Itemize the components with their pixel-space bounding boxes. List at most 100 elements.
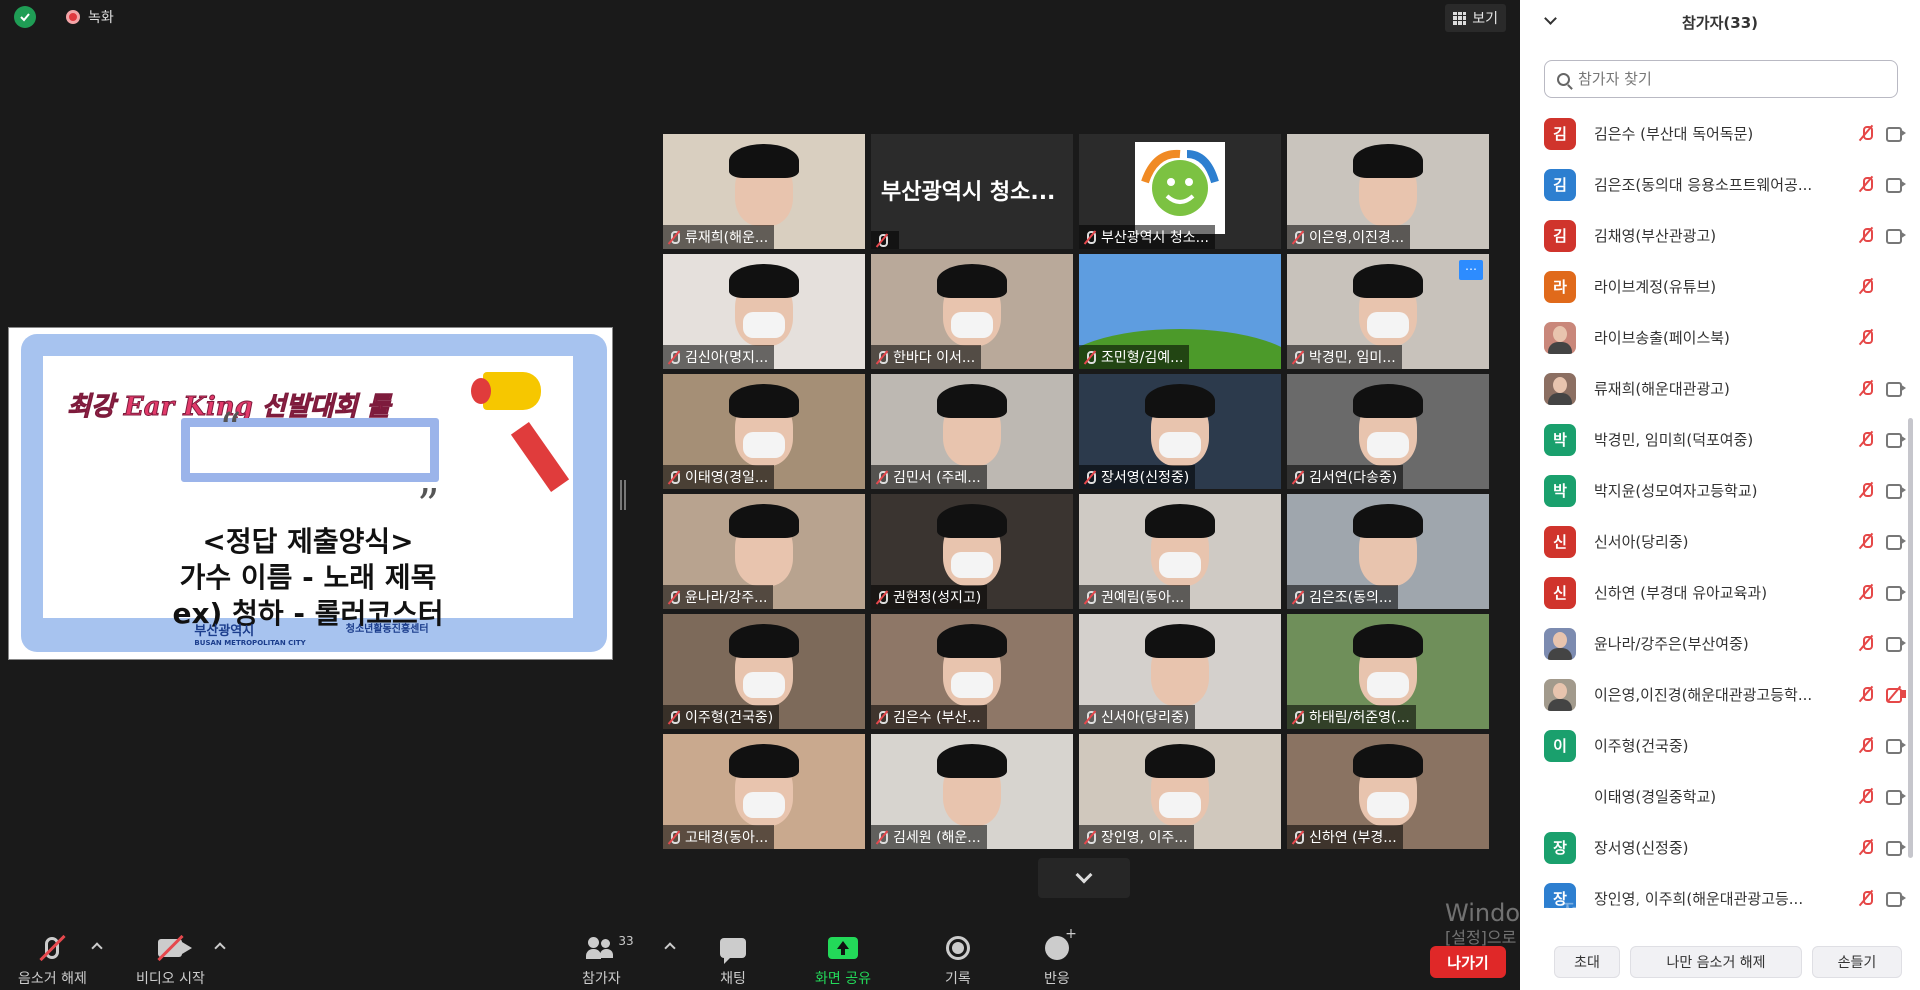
avatar: 라 (1544, 270, 1576, 303)
mic-muted-icon (1083, 350, 1097, 364)
participant-row[interactable]: 김 김은수 (부산대 독어독문) (1520, 108, 1906, 159)
video-camera-icon (1886, 585, 1906, 601)
participant-row[interactable]: 박 박경민, 임미희(덕포여중) (1520, 414, 1906, 465)
mic-muted-icon (875, 710, 889, 724)
participant-name: 이태영(경일... (685, 470, 769, 486)
video-tile[interactable]: 하태림/허준영(... (1287, 614, 1489, 729)
video-tile[interactable]: 김신아(명지... (663, 254, 865, 369)
participant-name: 김민서 (주레... (893, 470, 981, 486)
participant-row[interactable]: 이 이주형(건국중) (1520, 720, 1906, 771)
mic-muted-icon (667, 830, 681, 844)
participant-list-scrollbar[interactable] (1908, 418, 1913, 858)
participant-name: 이주형(건국중) (685, 710, 774, 726)
mic-muted-icon (1858, 890, 1874, 906)
participants-panel: 참가자(33) 김김은수 (부산대 독어독문)김김은조(동의대 응용소프트웨어공… (1520, 0, 1920, 990)
video-tile[interactable]: 부산광역시 청소... (1079, 134, 1281, 249)
video-tile[interactable]: 권예림(동아... (1079, 494, 1281, 609)
participant-row[interactable]: 류재희(해운대관광고) (1520, 363, 1906, 414)
participant-row[interactable]: 라이브송출(페이스북) (1520, 312, 1906, 363)
video-tile[interactable]: 신하연 (부경... (1287, 734, 1489, 849)
participant-row[interactable]: 박 박지윤(성모여자고등학교) (1520, 465, 1906, 516)
video-tile[interactable]: 이주형(건국중) (663, 614, 865, 729)
video-tile[interactable]: 김서연(다송중) (1287, 374, 1489, 489)
video-tile[interactable]: 부산광역시 청소... (871, 134, 1073, 249)
video-tile[interactable]: 권현정(성지고) (871, 494, 1073, 609)
raise-hand-button[interactable]: 손들기 (1812, 946, 1902, 978)
collapse-panel-chevron-icon[interactable] (1544, 12, 1557, 25)
video-tile[interactable]: 김은수 (부산... (871, 614, 1073, 729)
avatar: 신 (1544, 525, 1576, 558)
mic-muted-icon (1858, 176, 1874, 192)
video-tile[interactable]: 장서영(신정중) (1079, 374, 1281, 489)
face-mask (951, 312, 993, 338)
chat-button[interactable]: 채팅 (720, 934, 746, 988)
split-resize-handle[interactable] (620, 480, 626, 510)
participant-name: 권예림(동아... (1101, 590, 1185, 606)
participant-row[interactable]: 이은영,이진경(해운대관광고등학... (1520, 669, 1906, 720)
start-video-button[interactable]: 비디오 시작 (136, 934, 205, 988)
participant-row[interactable]: 김 김채영(부산관광고) (1520, 210, 1906, 261)
participant-search[interactable] (1544, 60, 1898, 98)
record-button[interactable]: 기록 (945, 934, 971, 988)
audio-options-caret-icon[interactable] (91, 942, 103, 954)
video-camera-icon (1886, 126, 1906, 142)
participant-row[interactable]: 라 라이브계정(유튜브) (1520, 261, 1906, 312)
participant-search-input[interactable] (1578, 70, 1885, 88)
video-tile[interactable]: 윤나라/강주... (663, 494, 865, 609)
video-tile[interactable]: 이은영,이진경... (1287, 134, 1489, 249)
video-tile[interactable]: 장인영, 이주... (1079, 734, 1281, 849)
video-tile[interactable]: 김은조(동의... (1287, 494, 1489, 609)
gallery-next-page-button[interactable] (1038, 858, 1130, 898)
participant-status-icons (1858, 278, 1906, 294)
tile-name-label: 김은조(동의... (1287, 585, 1399, 609)
video-camera-icon (1886, 432, 1906, 448)
tile-name-label (871, 231, 899, 249)
video-tile[interactable]: 고태경(동아... (663, 734, 865, 849)
participants-options-caret-icon[interactable] (664, 942, 676, 954)
participant-count: 33 (618, 934, 634, 948)
reactions-button[interactable]: 반응 (1044, 926, 1077, 988)
participant-row[interactable]: 신 신서아(당리중) (1520, 516, 1906, 567)
video-tile[interactable]: 한바다 이서... (871, 254, 1073, 369)
mic-muted-icon (875, 830, 889, 844)
face-mask (743, 312, 785, 338)
face-mask (1159, 552, 1201, 578)
face-mask (1367, 792, 1409, 818)
view-button[interactable]: 보기 (1445, 4, 1506, 32)
panel-header: 참가자(33) (1520, 0, 1920, 44)
security-shield-icon[interactable] (14, 6, 36, 28)
avatar: 김 (1544, 219, 1576, 252)
share-screen-button[interactable]: 화면 공유 (815, 934, 871, 988)
recording-indicator[interactable]: 녹화 (66, 7, 114, 27)
unmute-button[interactable]: 음소거 해제 (18, 934, 87, 988)
invite-button[interactable]: 초대 (1554, 946, 1620, 978)
mic-muted-icon (1291, 350, 1305, 364)
video-tile[interactable]: ⋯ 박경민, 임미... (1287, 254, 1489, 369)
video-tile[interactable]: 신서아(당리중) (1079, 614, 1281, 729)
leave-button[interactable]: 나가기 (1430, 946, 1506, 978)
video-tile[interactable]: 조민형/김예... (1079, 254, 1281, 369)
mic-muted-icon (1291, 230, 1305, 244)
participants-button[interactable]: 33 참가자 (582, 934, 634, 988)
video-camera-icon (1886, 228, 1906, 244)
tile-name-label: 김민서 (주레... (871, 465, 987, 489)
participant-hair (729, 144, 799, 178)
participant-row[interactable]: 윤나라/강주은(부산여중) (1520, 618, 1906, 669)
participant-name: 김서연(다송중) (1309, 470, 1398, 486)
participant-row[interactable]: 이태영(경일중학교) (1520, 771, 1906, 822)
video-tile[interactable]: 김세원 (해운... (871, 734, 1073, 849)
participant-row[interactable]: 김 김은조(동의대 응용소프트웨어공... (1520, 159, 1906, 210)
video-tile[interactable]: 김민서 (주레... (871, 374, 1073, 489)
participant-row[interactable]: 장 장서영(신정중) (1520, 822, 1906, 873)
video-tile[interactable]: 이태영(경일... (663, 374, 865, 489)
participant-list[interactable]: 김 김은수 (부산대 독어독문) 김 김은조(동의대 응용소프트웨어공... 김 김채영(… (1520, 108, 1906, 908)
participant-row[interactable]: 신 신하연 (부경대 유아교육과) (1520, 567, 1906, 618)
tile-name-label: 이은영,이진경... (1287, 225, 1411, 249)
video-tile[interactable]: 류재희(해운... (663, 134, 865, 249)
video-off-icon (1886, 685, 1906, 703)
unmute-me-button[interactable]: 나만 음소거 해제 (1630, 946, 1802, 978)
avatar: 장 (1544, 831, 1576, 864)
more-options-icon[interactable]: ⋯ (1459, 260, 1483, 280)
video-options-caret-icon[interactable] (214, 942, 226, 954)
participant-hair (729, 264, 799, 298)
